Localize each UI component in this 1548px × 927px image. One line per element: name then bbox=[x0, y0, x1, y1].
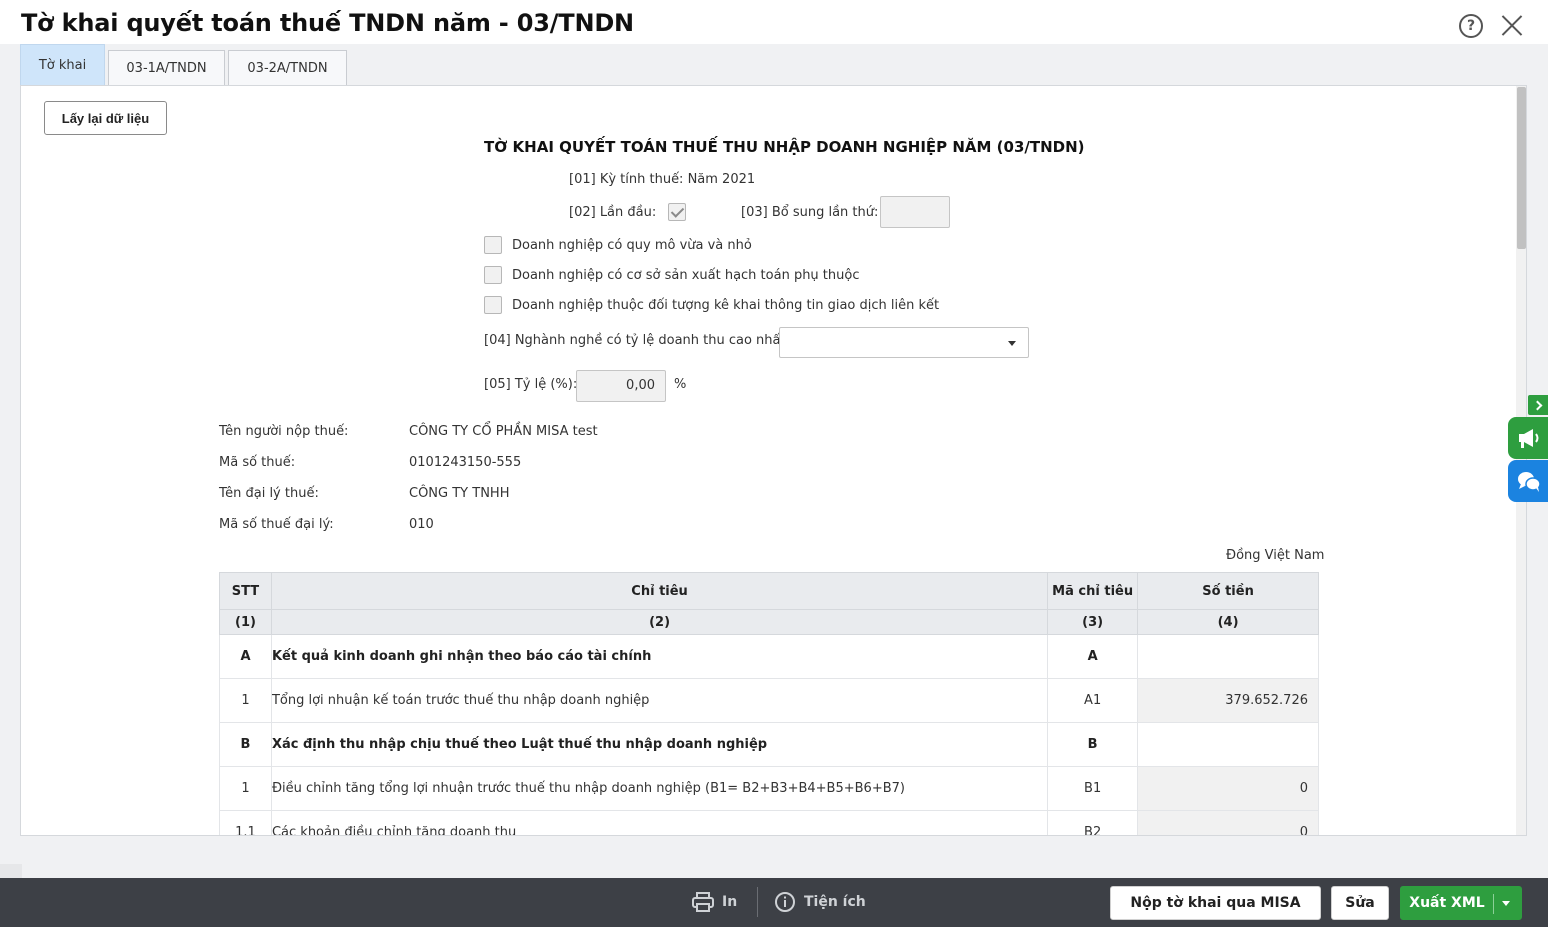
supplement-input[interactable] bbox=[880, 196, 950, 228]
row-so-tien-input[interactable]: 0 bbox=[1137, 766, 1319, 811]
row-stt: 1 bbox=[219, 678, 272, 723]
chat-button[interactable] bbox=[1508, 460, 1548, 502]
header-stt: STT bbox=[219, 572, 272, 610]
reload-data-button[interactable]: Lấy lại dữ liệu bbox=[44, 101, 167, 135]
ratio-label: [05] Tỷ lệ (%): bbox=[484, 377, 578, 392]
tax-agent-name-label: Tên đại lý thuế: bbox=[219, 486, 319, 501]
utility-label: Tiện ích bbox=[804, 894, 866, 910]
taxpayer-name-label: Tên người nộp thuế: bbox=[219, 424, 349, 439]
row-chi-tieu: Các khoản điều chỉnh tăng doanh thu bbox=[270, 810, 1049, 835]
tax-code-value: 0101243150-555 bbox=[409, 455, 522, 470]
table-row: A Kết quả kinh doanh ghi nhận theo báo c… bbox=[219, 634, 1319, 679]
currency-note: Đồng Việt Nam bbox=[1226, 548, 1325, 563]
chevron-down-icon bbox=[1008, 341, 1016, 346]
footer-divider bbox=[757, 887, 758, 917]
row-chi-tieu: Điều chỉnh tăng tổng lợi nhuận trước thu… bbox=[270, 766, 1049, 811]
row-stt: 1 bbox=[219, 766, 272, 811]
row-so-tien-input[interactable]: 379.652.726 bbox=[1137, 678, 1319, 723]
numbering-3: (3) bbox=[1047, 609, 1139, 635]
print-tool[interactable]: In bbox=[692, 878, 737, 927]
first-time-label: [02] Lần đầu: bbox=[569, 205, 657, 220]
header-chi-tieu: Chỉ tiêu bbox=[270, 572, 1049, 610]
utility-tool[interactable]: Tiện ích bbox=[774, 878, 866, 927]
related-party-label: Doanh nghiệp thuộc đối tượng kê khai thô… bbox=[512, 298, 940, 313]
tax-agent-name-value: CÔNG TY TNHH bbox=[409, 486, 510, 501]
tax-agent-code-value: 010 bbox=[409, 517, 434, 532]
footer-bar: In Tiện ích Nộp tờ khai qua MISA MTAX Sử… bbox=[0, 878, 1548, 927]
industry-select[interactable] bbox=[779, 327, 1029, 358]
row-chi-tieu: Kết quả kinh doanh ghi nhận theo báo cáo… bbox=[270, 634, 1049, 679]
help-icon[interactable]: ? bbox=[1459, 14, 1483, 38]
megaphone-icon bbox=[1519, 429, 1539, 448]
table-header-row: STT Chỉ tiêu Mã chỉ tiêu Số tiền bbox=[219, 572, 1319, 610]
row-stt: 1.1 bbox=[219, 810, 272, 835]
row-ma: B1 bbox=[1047, 766, 1139, 811]
row-stt: B bbox=[219, 722, 272, 767]
left-stub bbox=[0, 864, 22, 878]
scroll-thumb[interactable] bbox=[1517, 87, 1526, 249]
side-panel-toggle-icon[interactable] bbox=[1528, 395, 1548, 415]
print-label: In bbox=[722, 894, 738, 910]
info-circle-icon bbox=[775, 892, 795, 912]
chat-bubbles-icon bbox=[1518, 472, 1541, 492]
submit-mtax-button[interactable]: Nộp tờ khai qua MISA MTAX bbox=[1110, 886, 1321, 920]
edit-button[interactable]: Sửa bbox=[1331, 886, 1389, 920]
row-chi-tieu: Tổng lợi nhuận kế toán trước thuế thu nh… bbox=[270, 678, 1049, 723]
indicator-table: STT Chỉ tiêu Mã chỉ tiêu Số tiền (1) (2)… bbox=[219, 572, 1319, 835]
form-panel: Lấy lại dữ liệu TỜ KHAI QUYẾT TOÁN THUẾ … bbox=[20, 85, 1527, 836]
tax-agent-code-label: Mã số thuế đại lý: bbox=[219, 517, 334, 532]
window-title: Tờ khai quyết toán thuế TNDN năm - 03/TN… bbox=[21, 9, 634, 37]
row-ma: B2 bbox=[1047, 810, 1139, 835]
numbering-4: (4) bbox=[1137, 609, 1319, 635]
tax-period-label: [01] Kỳ tính thuế: Năm 2021 bbox=[569, 172, 756, 187]
row-ma: B bbox=[1047, 722, 1139, 767]
row-so-tien bbox=[1137, 634, 1319, 679]
header-ma-chi-tieu: Mã chỉ tiêu bbox=[1047, 572, 1139, 610]
dependent-unit-checkbox[interactable] bbox=[484, 266, 502, 284]
row-so-tien bbox=[1137, 722, 1319, 767]
title-bar: Tờ khai quyết toán thuế TNDN năm - 03/TN… bbox=[0, 0, 1548, 44]
chevron-down-icon[interactable] bbox=[1502, 901, 1510, 906]
row-ma: A1 bbox=[1047, 678, 1139, 723]
export-split-divider bbox=[1493, 894, 1494, 914]
first-time-checkbox[interactable] bbox=[668, 203, 686, 221]
table-row: 1 Tổng lợi nhuận kế toán trước thuế thu … bbox=[219, 678, 1319, 723]
row-ma: A bbox=[1047, 634, 1139, 679]
table-numbering-row: (1) (2) (3) (4) bbox=[219, 609, 1319, 635]
sme-checkbox[interactable] bbox=[484, 236, 502, 254]
industry-label: [04] Nghành nghề có tỷ lệ doanh thu cao … bbox=[484, 333, 790, 348]
tab-03-1a[interactable]: 03-1A/TNDN bbox=[108, 50, 225, 86]
export-xml-button[interactable]: Xuất XML bbox=[1400, 886, 1522, 920]
table-row: 1 Điều chỉnh tăng tổng lợi nhuận trước t… bbox=[219, 766, 1319, 811]
ratio-input[interactable]: 0,00 bbox=[576, 370, 666, 402]
taxpayer-name-value: CÔNG TY CỔ PHẦN MISA test bbox=[409, 424, 598, 439]
tab-to-khai[interactable]: Tờ khai bbox=[20, 44, 105, 86]
row-chi-tieu: Xác định thu nhập chịu thuế theo Luật th… bbox=[270, 722, 1049, 767]
ratio-unit: % bbox=[674, 377, 687, 392]
form-heading: TỜ KHAI QUYẾT TOÁN THUẾ THU NHẬP DOANH N… bbox=[484, 138, 1085, 156]
table-row: B Xác định thu nhập chịu thuế theo Luật … bbox=[219, 722, 1319, 767]
related-party-checkbox[interactable] bbox=[484, 296, 502, 314]
announcement-button[interactable] bbox=[1508, 417, 1548, 459]
close-icon[interactable] bbox=[1500, 13, 1524, 37]
tab-03-2a[interactable]: 03-2A/TNDN bbox=[228, 50, 347, 86]
export-xml-label: Xuất XML bbox=[1409, 895, 1485, 911]
header-so-tien: Số tiền bbox=[1137, 572, 1319, 610]
row-so-tien-input[interactable]: 0 bbox=[1137, 810, 1319, 835]
numbering-2: (2) bbox=[270, 609, 1049, 635]
tax-code-label: Mã số thuế: bbox=[219, 455, 296, 470]
printer-icon bbox=[692, 892, 714, 912]
sme-label: Doanh nghiệp có quy mô vừa và nhỏ bbox=[512, 238, 752, 253]
numbering-1: (1) bbox=[219, 609, 272, 635]
table-row: 1.1 Các khoản điều chỉnh tăng doanh thu … bbox=[219, 810, 1319, 835]
dependent-unit-label: Doanh nghiệp có cơ sở sản xuất hạch toán… bbox=[512, 268, 860, 283]
row-stt: A bbox=[219, 634, 272, 679]
supplement-label: [03] Bổ sung lần thứ: bbox=[741, 205, 879, 220]
